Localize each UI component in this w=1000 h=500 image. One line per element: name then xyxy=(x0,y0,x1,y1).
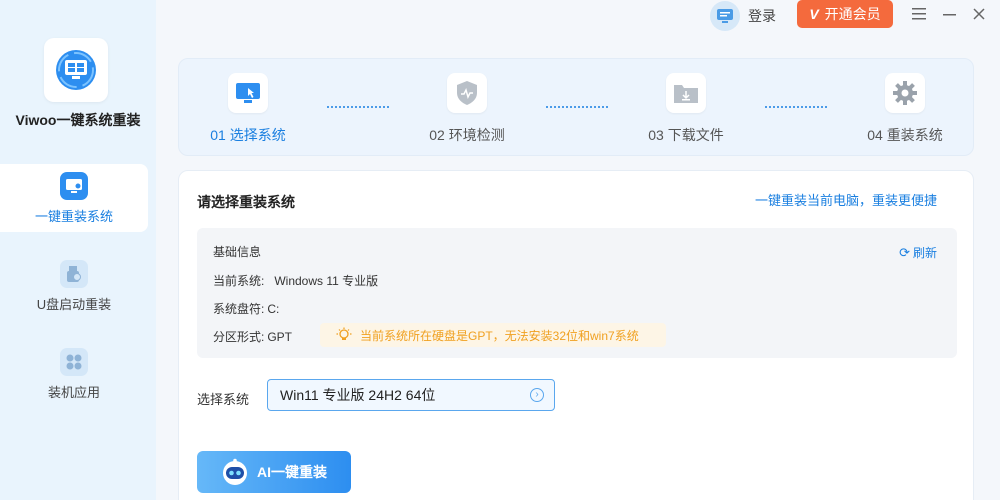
refresh-label: 刷新 xyxy=(912,246,937,260)
sidebar-item-label: U盘启动重装 xyxy=(36,296,112,312)
one-click-reinstall-link[interactable]: 一键重装当前电脑，重装更便捷 xyxy=(755,190,937,209)
system-select[interactable]: Win11 专业版 24H2 64位 › xyxy=(267,379,555,411)
step-environment-check: 02 环境检测 xyxy=(412,73,522,145)
partition-value: GPT xyxy=(267,330,293,344)
app-name: Viwoo一键系统重装 xyxy=(15,112,141,128)
current-system-key: 当前系统: xyxy=(213,274,265,288)
ai-one-click-reinstall-button[interactable]: AI一键重装 xyxy=(197,451,351,493)
main-card: 请选择重装系统 一键重装当前电脑，重装更便捷 基础信息 ⟳ 刷新 当前系统: Wi… xyxy=(178,170,974,500)
step-reinstall-system: 04 重装系统 xyxy=(850,73,960,145)
shield-pulse-icon xyxy=(447,73,487,113)
monitor-logo-icon xyxy=(56,50,96,90)
usb-drive-icon xyxy=(60,259,88,288)
step-label: 03 下载文件 xyxy=(648,127,724,143)
step-connector xyxy=(546,106,608,108)
login-button[interactable]: 登录 xyxy=(710,1,776,31)
vip-label: 开通会员 xyxy=(824,6,881,22)
monitor-icon xyxy=(60,171,88,200)
info-heading: 基础信息 xyxy=(213,245,262,259)
step-select-system: 01 选择系统 xyxy=(193,73,303,145)
system-drive-row: 系统盘符: C: xyxy=(213,300,279,317)
steps-progress: 01 选择系统 02 环境检测 03 下载文件 04 重装系统 xyxy=(178,58,974,156)
step-label: 01 选择系统 xyxy=(210,127,286,143)
login-label: 登录 xyxy=(748,8,776,24)
select-system-label: 选择系统 xyxy=(197,392,250,407)
gear-icon xyxy=(885,73,925,113)
user-monitor-icon xyxy=(710,1,740,31)
chevron-right-icon: › xyxy=(530,388,544,402)
apps-icon xyxy=(60,347,88,376)
refresh-icon: ⟳ xyxy=(899,244,910,260)
step-connector xyxy=(765,106,827,108)
system-select-value: Win11 专业版 24H2 64位 xyxy=(280,387,436,403)
step-connector xyxy=(327,106,389,108)
current-system-row: 当前系统: Windows 11 专业版 xyxy=(213,272,378,289)
title-bar: 登录 V 开通会员 xyxy=(156,0,1000,32)
refresh-button[interactable]: ⟳ 刷新 xyxy=(899,244,937,261)
current-system-value: Windows 11 专业版 xyxy=(274,274,379,288)
sidebar-item-one-click-reinstall[interactable]: 一键重装系统 xyxy=(0,164,148,232)
basic-info-panel: 基础信息 ⟳ 刷新 当前系统: Windows 11 专业版 系统盘符: C: 分区… xyxy=(197,228,957,358)
sidebar: Viwoo一键系统重装 一键重装系统 U盘启动重装 装机应用 xyxy=(0,0,156,500)
step-label: 02 环境检测 xyxy=(429,127,505,143)
vip-button[interactable]: V 开通会员 xyxy=(797,0,893,28)
step-download-files: 03 下载文件 xyxy=(631,73,741,145)
monitor-cursor-icon xyxy=(228,73,268,113)
drive-key: 系统盘符: xyxy=(213,302,265,316)
card-title: 请选择重装系统 xyxy=(197,194,295,210)
gpt-warning: 当前系统所在硬盘是GPT，无法安装32位和win7系统 xyxy=(320,323,666,347)
sidebar-item-label: 一键重装系统 xyxy=(34,208,113,224)
drive-value: C: xyxy=(267,302,280,316)
step-label: 04 重装系统 xyxy=(867,127,943,143)
partition-key: 分区形式: xyxy=(213,330,265,344)
lightbulb-icon xyxy=(336,327,352,343)
sidebar-item-label: 装机应用 xyxy=(47,384,100,400)
vip-badge-icon: V xyxy=(809,6,819,22)
close-icon[interactable] xyxy=(970,5,988,23)
sidebar-item-install-apps[interactable]: 装机应用 xyxy=(0,340,148,408)
folder-download-icon xyxy=(666,73,706,113)
sidebar-item-usb-boot-reinstall[interactable]: U盘启动重装 xyxy=(0,252,148,320)
robot-icon xyxy=(223,458,247,485)
warning-text: 当前系统所在硬盘是GPT，无法安装32位和win7系统 xyxy=(360,328,639,343)
app-logo xyxy=(44,38,108,102)
menu-icon[interactable] xyxy=(910,5,928,23)
ai-button-label: AI一键重装 xyxy=(257,464,327,480)
partition-row: 分区形式: GPT xyxy=(213,328,292,345)
minimize-icon[interactable] xyxy=(941,5,959,23)
